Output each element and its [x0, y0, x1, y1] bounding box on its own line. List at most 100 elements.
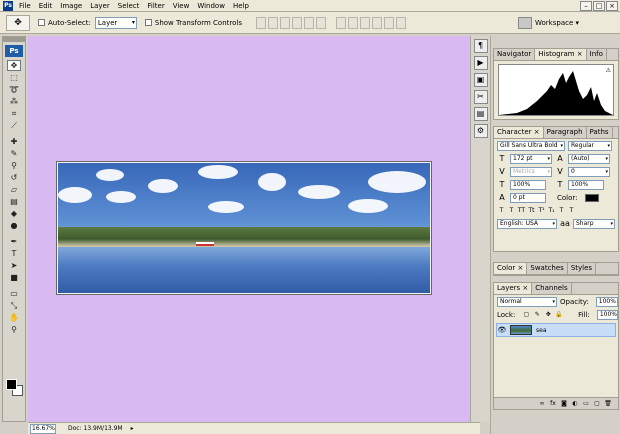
tab-paragraph[interactable]: Paragraph: [544, 127, 587, 138]
tab-color[interactable]: Color ×: [494, 263, 528, 274]
text-color-swatch[interactable]: [584, 193, 599, 202]
minimize-button[interactable]: –: [580, 1, 592, 11]
toolbox-grip[interactable]: [3, 37, 25, 42]
leading-field[interactable]: (Auto) ▾: [568, 153, 610, 164]
distribute-hcenter-icon[interactable]: [383, 16, 394, 29]
tab-navigator[interactable]: Navigator: [494, 49, 536, 60]
eyedropper-tool-icon[interactable]: ⤡: [7, 300, 21, 311]
zoom-field[interactable]: 16.67%: [30, 423, 56, 434]
delete-layer-icon[interactable]: 🗑: [604, 400, 612, 408]
align-top-icon[interactable]: [255, 16, 266, 29]
underline-button[interactable]: T: [557, 206, 566, 216]
tools-icon[interactable]: ✂: [473, 90, 488, 104]
move-tool-icon[interactable]: ✥: [7, 60, 21, 71]
menu-image[interactable]: Image: [56, 0, 86, 12]
healing-brush-icon[interactable]: ✚: [7, 136, 21, 147]
layer-item-sea[interactable]: 👁 sea: [496, 323, 616, 337]
antialias-dropdown[interactable]: Sharp ▾: [573, 218, 615, 229]
blur-tool-icon[interactable]: ◆: [7, 208, 21, 219]
eraser-tool-icon[interactable]: ▱: [7, 184, 21, 195]
opacity-field[interactable]: 100%: [595, 296, 618, 307]
crop-tool-icon[interactable]: ⌗: [7, 108, 21, 119]
menu-edit[interactable]: Edit: [35, 0, 57, 12]
auto-select-dropdown[interactable]: Layer ▾: [94, 16, 137, 29]
eye-icon[interactable]: 👁: [497, 326, 507, 334]
shape-tool-icon[interactable]: ■: [7, 272, 21, 283]
strikethrough-button[interactable]: T: [567, 206, 576, 216]
maximize-button[interactable]: □: [593, 1, 605, 11]
magic-wand-tool-icon[interactable]: ⁂: [7, 96, 21, 107]
brushes-icon[interactable]: ▶: [473, 56, 488, 70]
tab-layers[interactable]: Layers ×: [494, 283, 533, 294]
tool-presets-icon[interactable]: ¶: [473, 39, 488, 53]
tab-styles[interactable]: Styles: [568, 263, 597, 274]
vertical-scale-field[interactable]: 100%: [510, 179, 546, 190]
font-size-field[interactable]: 172 pt ▾: [510, 153, 552, 164]
link-layers-icon[interactable]: ∞: [538, 400, 546, 408]
status-menu-arrow-icon[interactable]: ▸: [131, 425, 134, 432]
menu-help[interactable]: Help: [229, 0, 253, 12]
new-layer-icon[interactable]: ▢: [593, 400, 601, 408]
lock-pixels-icon[interactable]: ✎: [533, 310, 541, 320]
distribute-top-icon[interactable]: [335, 16, 346, 29]
path-select-icon[interactable]: ➤: [7, 260, 21, 271]
tab-swatches[interactable]: Swatches: [527, 263, 568, 274]
horizontal-scale-field[interactable]: 100%: [568, 179, 604, 190]
dodge-tool-icon[interactable]: ●: [7, 220, 21, 231]
slice-tool-icon[interactable]: ⟋: [7, 120, 21, 131]
align-right-icon[interactable]: [315, 16, 326, 29]
marquee-tool-icon[interactable]: ⬚: [7, 72, 21, 83]
menu-select[interactable]: Select: [114, 0, 144, 12]
lock-transparency-icon[interactable]: ▢: [522, 310, 530, 320]
lock-all-icon[interactable]: 🔒: [555, 310, 563, 320]
tab-character[interactable]: Character ×: [494, 127, 544, 138]
tab-channels[interactable]: Channels: [532, 283, 572, 294]
all-caps-button[interactable]: TT: [517, 206, 526, 216]
distribute-vcenter-icon[interactable]: [347, 16, 358, 29]
histogram-warning-icon[interactable]: ⚠: [606, 67, 611, 74]
lock-position-icon[interactable]: ✥: [544, 310, 552, 320]
tab-paths[interactable]: Paths: [587, 127, 613, 138]
type-tool-icon[interactable]: T: [7, 248, 21, 259]
notes-tool-icon[interactable]: ▭: [7, 288, 21, 299]
layer-name[interactable]: sea: [536, 327, 547, 334]
layer-style-icon[interactable]: fx: [549, 400, 557, 408]
clone-stamp-icon[interactable]: ⚲: [7, 160, 21, 171]
move-tool-icon[interactable]: ✥: [6, 14, 30, 31]
layer-mask-icon[interactable]: ◙: [560, 400, 568, 408]
auto-select-checkbox[interactable]: [38, 19, 45, 26]
tab-info[interactable]: Info: [587, 49, 607, 60]
baseline-shift-field[interactable]: 0 pt: [510, 192, 546, 203]
align-bottom-icon[interactable]: [279, 16, 290, 29]
tracking-field[interactable]: 0 ▾: [568, 166, 610, 177]
brush-tool-icon[interactable]: ✎: [7, 148, 21, 159]
align-vcenter-icon[interactable]: [267, 16, 278, 29]
blend-mode-dropdown[interactable]: Normal ▾: [497, 296, 557, 307]
fill-field[interactable]: 100%: [596, 309, 619, 320]
font-style-dropdown[interactable]: Regular ▾: [568, 140, 612, 151]
small-caps-button[interactable]: Tt: [527, 206, 536, 216]
hand-tool-icon[interactable]: ✋: [7, 312, 21, 323]
menu-view[interactable]: View: [169, 0, 194, 12]
history-brush-icon[interactable]: ↺: [7, 172, 21, 183]
new-group-icon[interactable]: ▭: [582, 400, 590, 408]
adjustment-layer-icon[interactable]: ◐: [571, 400, 579, 408]
align-left-icon[interactable]: [291, 16, 302, 29]
actions-icon[interactable]: ▤: [473, 107, 488, 121]
distribute-right-icon[interactable]: [395, 16, 406, 29]
gradient-tool-icon[interactable]: ▤: [7, 196, 21, 207]
faux-italic-button[interactable]: T: [507, 206, 516, 216]
zoom-tool-icon[interactable]: ⚲: [7, 324, 21, 335]
workspace-button[interactable]: Workspace ▾: [518, 15, 579, 31]
align-hcenter-icon[interactable]: [303, 16, 314, 29]
distribute-left-icon[interactable]: [371, 16, 382, 29]
menu-layer[interactable]: Layer: [86, 0, 114, 12]
font-family-dropdown[interactable]: Gill Sans Ultra Bold ▾: [497, 140, 565, 151]
subscript-button[interactable]: T₁: [547, 206, 556, 216]
distribute-bottom-icon[interactable]: [359, 16, 370, 29]
menu-filter[interactable]: Filter: [143, 0, 168, 12]
layer-comps-icon[interactable]: ▣: [473, 73, 488, 87]
document-image[interactable]: [56, 161, 432, 295]
menu-file[interactable]: File: [15, 0, 35, 12]
tab-histogram[interactable]: Histogram ×: [535, 49, 587, 60]
